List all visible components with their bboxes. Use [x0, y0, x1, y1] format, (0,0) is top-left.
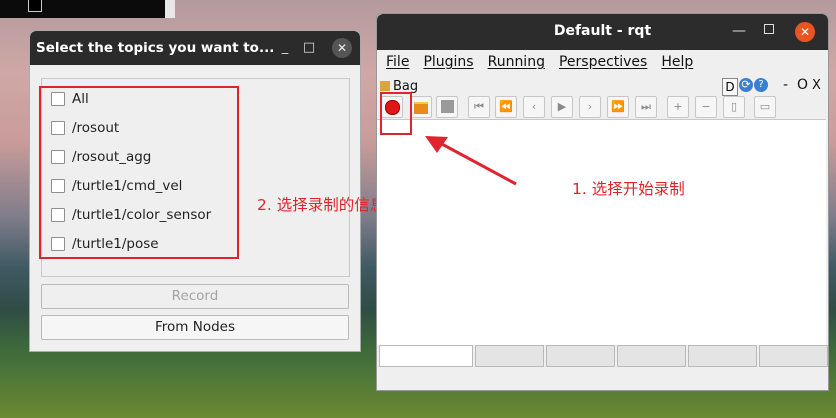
- zoom-out-button[interactable]: −: [695, 96, 717, 118]
- fast-rewind-button[interactable]: ⏪: [495, 96, 517, 118]
- record-button[interactable]: Record: [41, 284, 349, 309]
- background-window-strip: [0, 0, 175, 18]
- annotation-label-select-topics: 2. 选择录制的信息: [257, 196, 386, 214]
- bag-plugin-header: Bag D ⟳ ? - O X: [377, 77, 826, 96]
- menu-help[interactable]: Help: [661, 54, 693, 70]
- status-segment: [545, 345, 615, 367]
- annotation-box-topics: [39, 86, 239, 259]
- close-icon[interactable]: ✕: [332, 38, 352, 58]
- maximize-icon[interactable]: [764, 24, 774, 34]
- status-segment: [687, 345, 757, 367]
- from-nodes-button[interactable]: From Nodes: [41, 315, 349, 340]
- rqt-title: Default - rqt: [553, 23, 652, 39]
- menu-plugins[interactable]: Plugins: [423, 54, 473, 70]
- bag-timeline-area[interactable]: [377, 120, 826, 345]
- maximize-icon[interactable]: □: [300, 39, 318, 57]
- background-window-icon: [28, 0, 42, 12]
- step-forward-button[interactable]: ›: [579, 96, 601, 118]
- dock-toggle-button[interactable]: D: [722, 78, 738, 96]
- plugin-options-button[interactable]: O: [797, 77, 808, 93]
- step-back-button[interactable]: ‹: [523, 96, 545, 118]
- status-segment: [474, 345, 544, 367]
- menu-perspectives[interactable]: Perspectives: [559, 54, 647, 70]
- fast-forward-button[interactable]: ⏩: [607, 96, 629, 118]
- annotation-label-record-start: 1. 选择开始录制: [572, 180, 685, 198]
- menu-running[interactable]: Running: [488, 54, 545, 70]
- status-segment: [616, 345, 686, 367]
- reload-icon[interactable]: ⟳: [739, 78, 753, 92]
- menu-file[interactable]: File: [386, 54, 409, 70]
- background-window-edge: [165, 0, 175, 18]
- save-bag-button[interactable]: [436, 96, 458, 118]
- dialog-title: Select the topics you want to...: [36, 40, 275, 56]
- minimize-icon[interactable]: _: [276, 39, 294, 57]
- folder-icon: [414, 102, 428, 114]
- plugin-close-button[interactable]: X: [812, 78, 821, 93]
- status-segment: [758, 345, 828, 367]
- minimize-icon[interactable]: —: [732, 23, 746, 39]
- rqt-titlebar[interactable]: Default - rqt — ✕: [377, 14, 828, 50]
- annotation-box-record: [380, 92, 412, 135]
- menubar: File Plugins Running Perspectives Help: [377, 50, 828, 74]
- bag-toolbar: ⏮ ⏪ ‹ ▶ › ⏩ ⏭ + − ▯ ▭: [377, 95, 826, 120]
- rqt-window: Default - rqt — ✕ File Plugins Running P…: [376, 13, 829, 391]
- zoom-reset-button[interactable]: ▯: [723, 96, 745, 118]
- zoom-in-button[interactable]: +: [667, 96, 689, 118]
- thumbnails-button[interactable]: ▭: [754, 96, 776, 118]
- end-button[interactable]: ⏭: [635, 96, 657, 118]
- save-icon: [440, 100, 454, 113]
- status-segment: [379, 345, 473, 367]
- status-bar: [377, 345, 828, 367]
- dialog-titlebar[interactable]: Select the topics you want to... _ □ ✕: [30, 31, 360, 65]
- begin-button[interactable]: ⏮: [468, 96, 490, 118]
- help-icon[interactable]: ?: [754, 78, 768, 92]
- bag-plugin-icon: [380, 81, 390, 91]
- open-bag-button[interactable]: [410, 96, 432, 118]
- plugin-minimize-button[interactable]: -: [783, 77, 788, 93]
- close-icon[interactable]: ✕: [795, 22, 815, 42]
- play-button[interactable]: ▶: [551, 96, 573, 118]
